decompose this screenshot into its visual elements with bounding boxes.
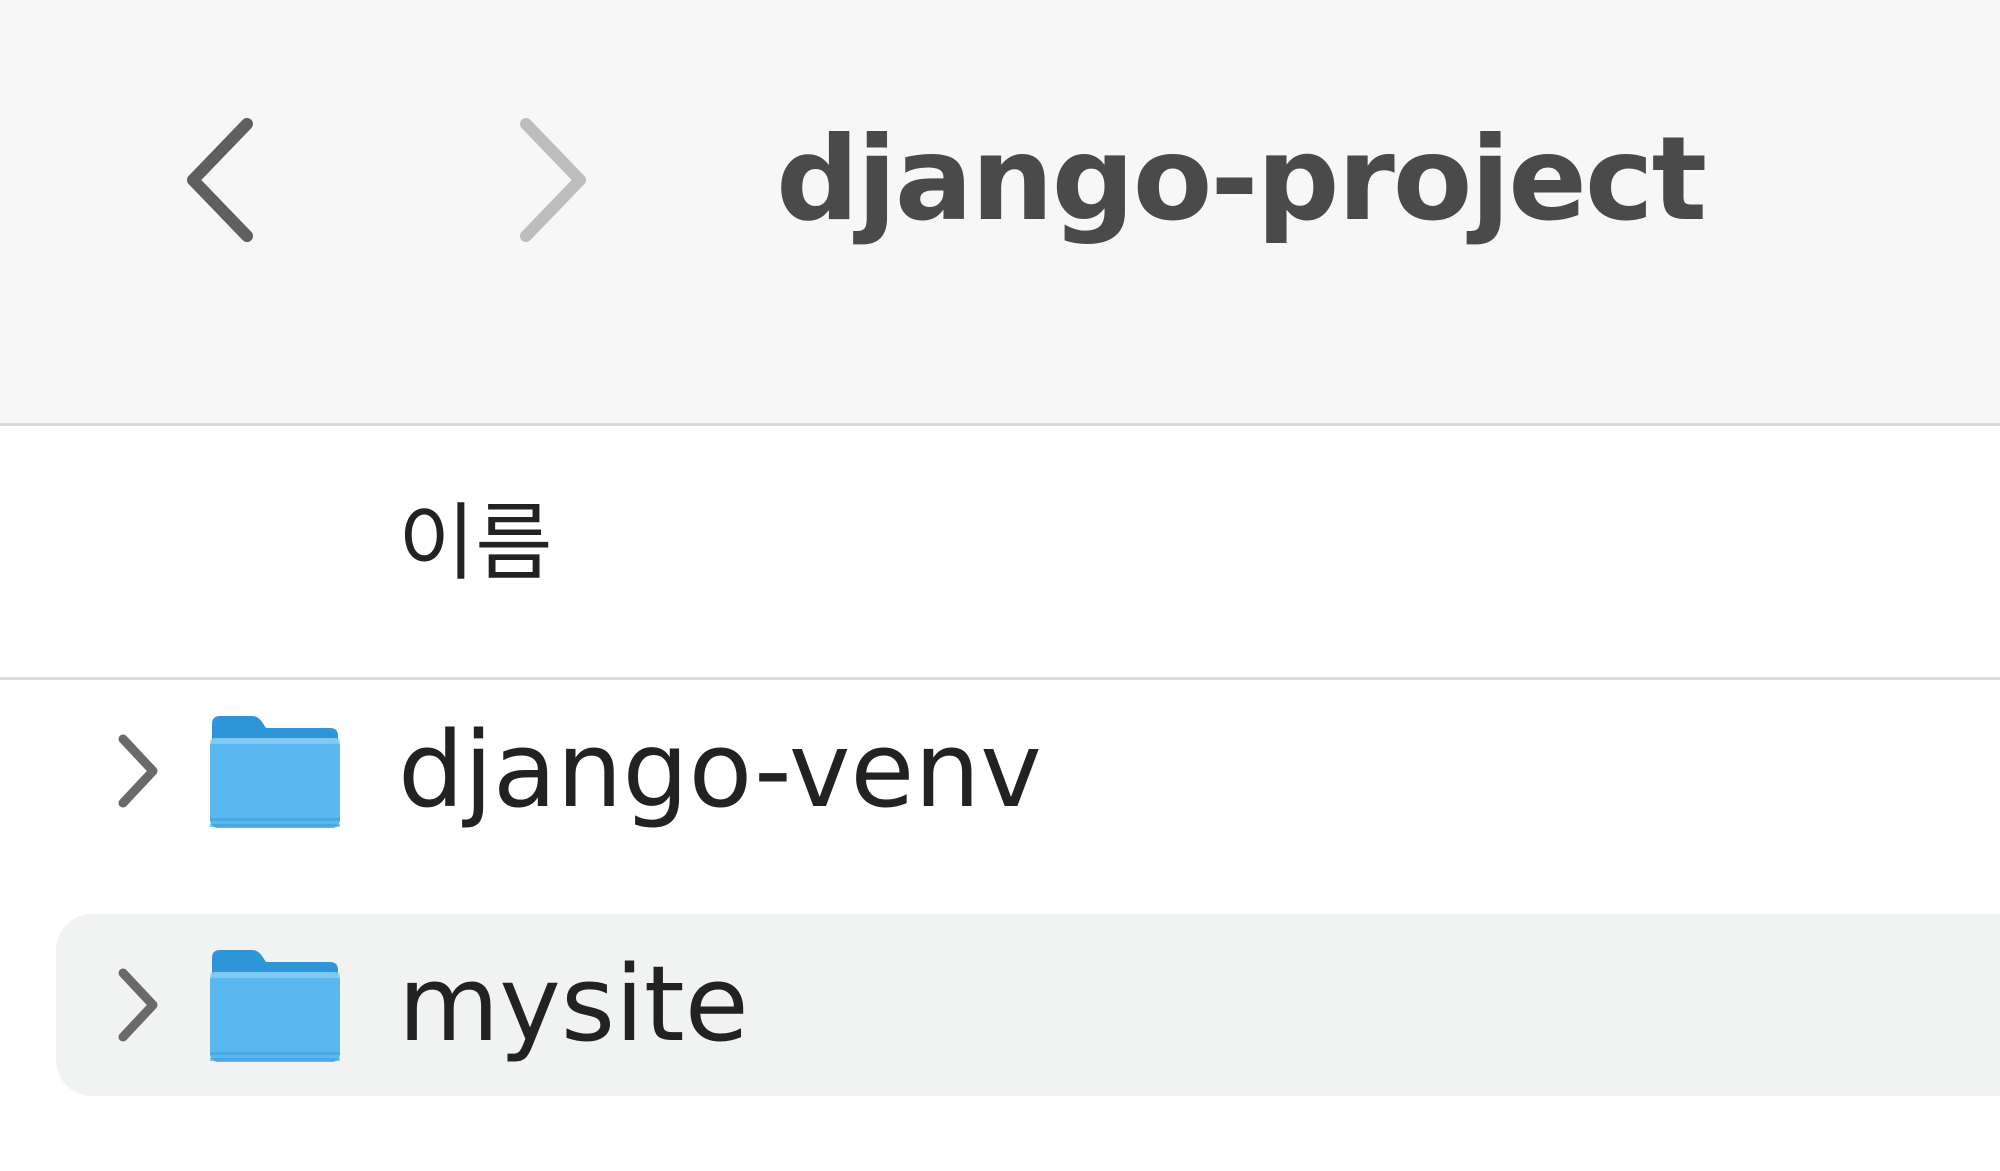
chevron-right-icon	[118, 968, 158, 1042]
disclosure-triangle[interactable]	[108, 914, 168, 1096]
folder-icon	[210, 950, 340, 1062]
chevron-left-icon	[187, 118, 253, 242]
file-name: django-venv	[398, 709, 1042, 831]
column-header: 이름	[0, 426, 2000, 680]
file-list: django-venv mysite	[0, 680, 2000, 1171]
list-item[interactable]: mysite	[56, 914, 2000, 1096]
back-button[interactable]	[165, 100, 275, 260]
finder-window: django-project 이름 django-venv mysite	[0, 0, 2000, 1171]
window-title: django-project	[776, 112, 1707, 247]
list-item[interactable]: django-venv	[56, 680, 2000, 862]
chevron-right-icon	[520, 118, 586, 242]
disclosure-triangle[interactable]	[108, 680, 168, 862]
forward-button[interactable]	[498, 100, 608, 260]
folder-icon	[210, 716, 340, 828]
toolbar: django-project	[0, 0, 2000, 426]
file-name: mysite	[398, 943, 749, 1065]
chevron-right-icon	[118, 734, 158, 808]
column-header-name[interactable]: 이름	[398, 488, 553, 598]
